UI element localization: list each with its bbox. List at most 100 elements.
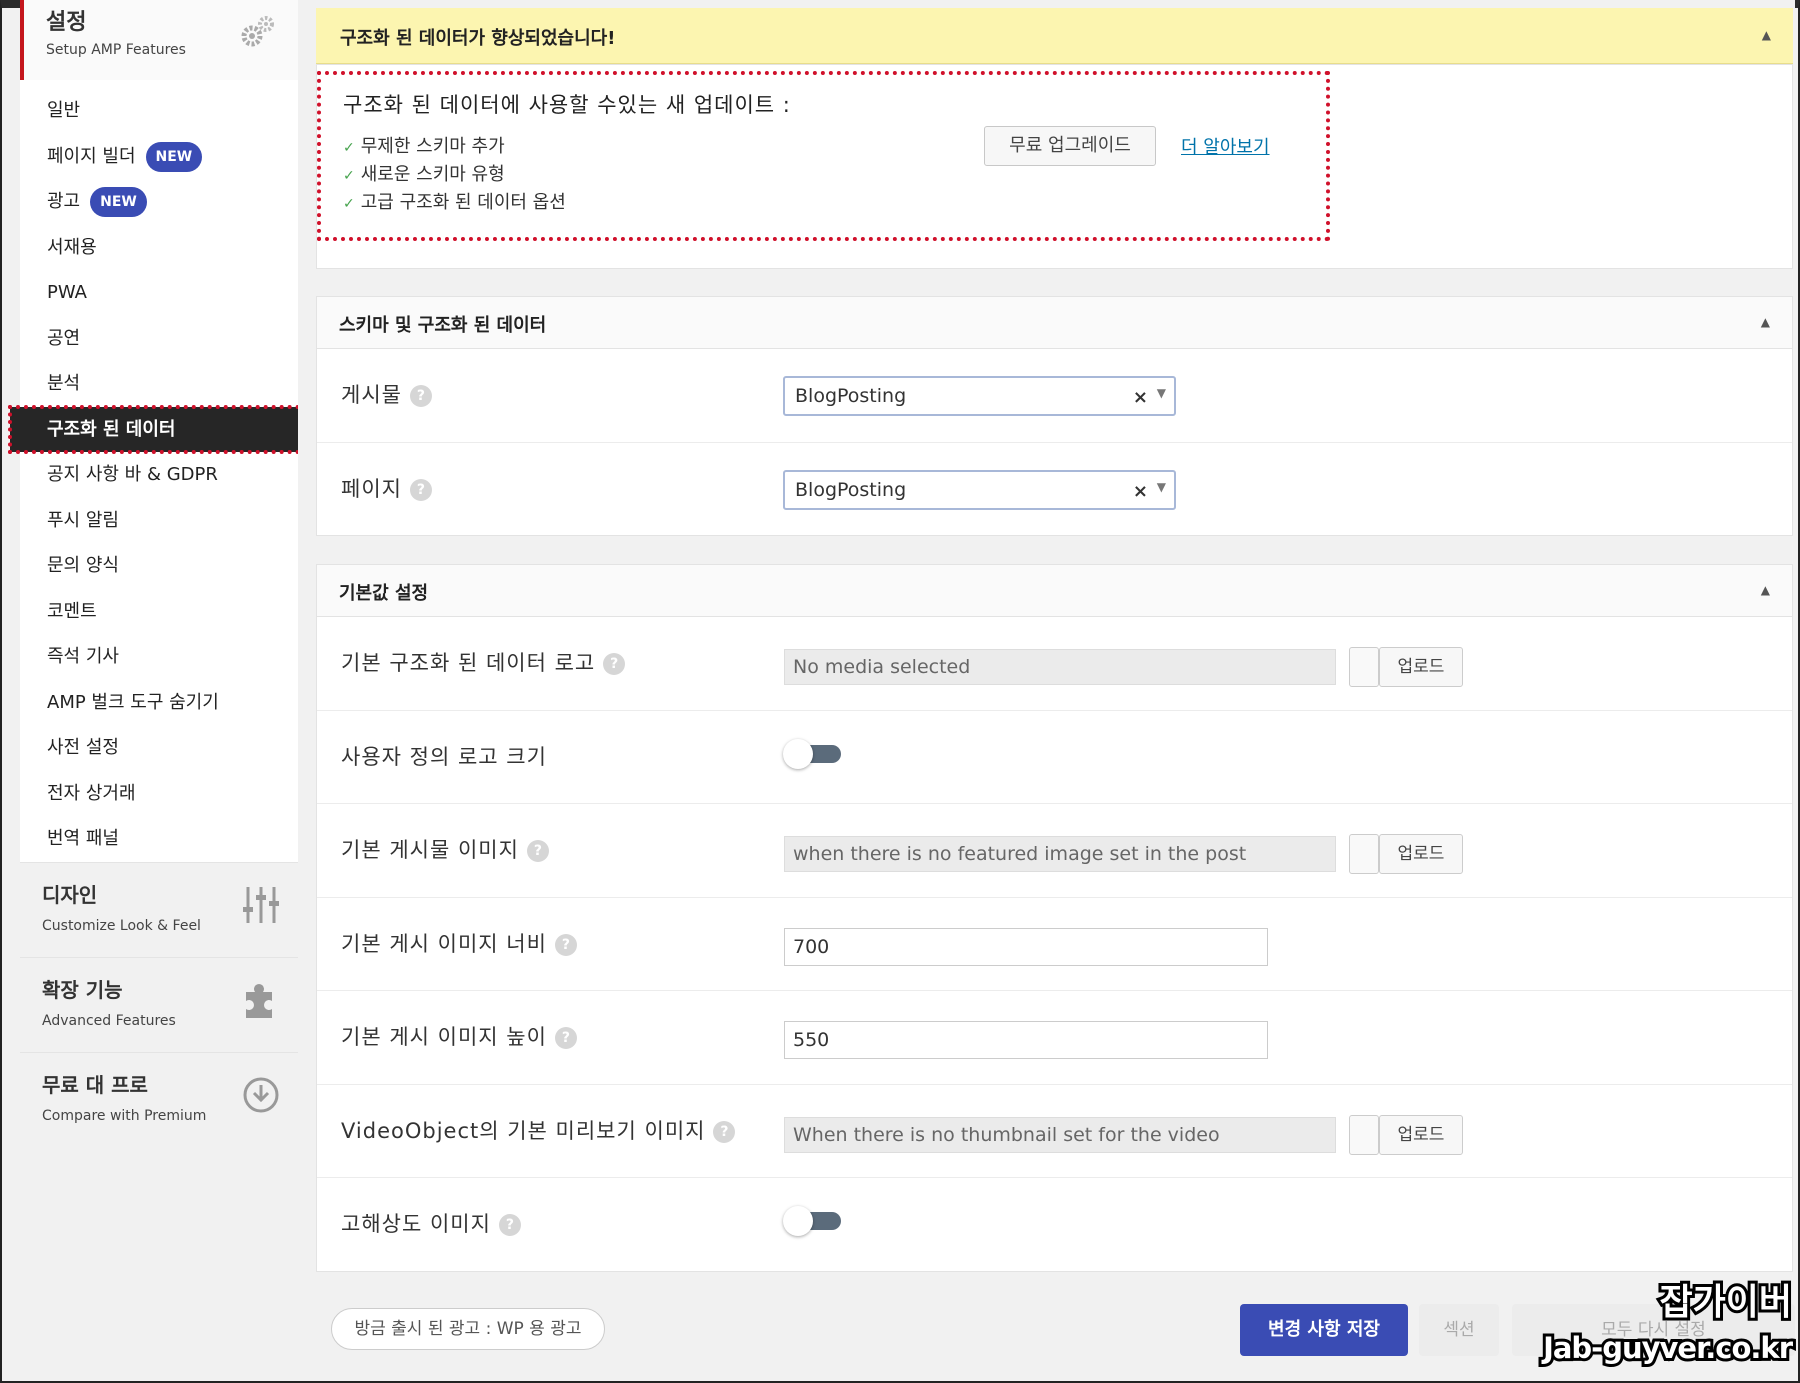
schema-row-posts: 게시물? BlogPosting × ▼ bbox=[317, 349, 1792, 443]
sidebar-item[interactable]: 코멘트 bbox=[20, 589, 298, 635]
watermark-url: Jab-guyver.co.kr bbox=[1540, 1328, 1796, 1368]
schema-row-pages: 페이지? BlogPosting × ▼ bbox=[317, 443, 1792, 537]
image-height-input[interactable]: 550 bbox=[784, 1021, 1268, 1059]
main-content: 구조화 된 데이터가 향상되었습니다! ▲ 구조화 된 데이터에 사용할 수있는… bbox=[298, 0, 1795, 1370]
puzzle-icon bbox=[242, 980, 280, 1020]
sidebar-item-label: 번역 패널 bbox=[47, 828, 119, 849]
list-item: ✓ 고급 구조화 된 데이터 옵션 bbox=[343, 192, 566, 213]
post-schema-select[interactable]: BlogPosting × ▼ bbox=[783, 376, 1176, 416]
sidebar-item[interactable]: 푸시 알림 bbox=[20, 498, 298, 544]
video-thumb-media-field[interactable]: When there is no thumbnail set for the v… bbox=[784, 1116, 1336, 1153]
help-icon[interactable]: ? bbox=[409, 385, 432, 407]
sidebar-item[interactable]: 페이지 빌더 NEW bbox=[20, 134, 298, 180]
sidebar-item[interactable]: 일반 bbox=[20, 88, 298, 134]
sidebar-item[interactable]: 전자 상거래 bbox=[20, 771, 298, 817]
sidebar-groups: 디자인 Customize Look & Feel 확장 기능 Advanced Fe… bbox=[20, 861, 298, 1147]
check-icon: ✓ bbox=[343, 168, 355, 184]
clear-icon[interactable]: × bbox=[1133, 481, 1148, 502]
download-circle-icon bbox=[242, 1075, 280, 1115]
section-title: 기본값 설정 bbox=[339, 583, 429, 604]
list-item: ✓ 무제한 스키마 추가 bbox=[343, 136, 505, 157]
upgrade-feature-list: ✓ 무제한 스키마 추가 ✓ 새로운 스키마 유형 ✓ 고급 구조화 된 데이터 옵션 bbox=[343, 133, 1326, 217]
field-label: 기본 게시물 이미지 bbox=[341, 838, 519, 862]
help-icon[interactable]: ? bbox=[603, 653, 626, 675]
upload-button[interactable]: 업로드 bbox=[1379, 1114, 1463, 1155]
upgrade-panel: 구조화 된 데이터에 사용할 수있는 새 업데이트 : ✓ 무제한 스키마 추가 … bbox=[316, 64, 1793, 269]
sidebar-item[interactable]: 사전 설정 bbox=[20, 725, 298, 771]
default-post-image-row: 기본 게시물 이미지? when there is no featured im… bbox=[317, 804, 1792, 898]
custom-logo-size-toggle[interactable] bbox=[783, 738, 845, 769]
hires-image-row: 고해상도 이미지? bbox=[317, 1178, 1792, 1272]
structured-data-notice[interactable]: 구조화 된 데이터가 향상되었습니다! ▲ bbox=[316, 8, 1793, 64]
new-badge: NEW bbox=[145, 141, 203, 172]
sidebar-item-label: 푸시 알림 bbox=[47, 509, 119, 531]
clear-icon[interactable]: × bbox=[1133, 387, 1148, 408]
sidebar-item[interactable]: 서재용 bbox=[20, 225, 298, 271]
video-thumbnail-row: VideoObject의 기본 미리보기 이미지? When there is … bbox=[317, 1085, 1792, 1178]
sidebar-item-label: 전자 상거래 bbox=[47, 782, 136, 804]
help-icon[interactable]: ? bbox=[409, 478, 432, 501]
image-width-row: 기본 게시 이미지 너비? 700 bbox=[317, 898, 1792, 991]
sidebar-item[interactable]: 공지 사항 바 & GDPR bbox=[20, 452, 298, 498]
help-icon[interactable]: ? bbox=[526, 840, 549, 862]
image-height-row: 기본 게시 이미지 높이? 550 bbox=[317, 991, 1792, 1085]
upload-button[interactable]: 업로드 bbox=[1379, 834, 1463, 874]
sidebar-item[interactable]: 문의 양식 bbox=[20, 543, 298, 589]
check-icon: ✓ bbox=[343, 196, 355, 212]
image-width-input[interactable]: 700 bbox=[784, 927, 1268, 966]
dropdown-arrow-icon[interactable]: ▼ bbox=[1157, 480, 1166, 494]
collapse-caret-icon[interactable]: ▲ bbox=[1761, 315, 1770, 329]
free-upgrade-button[interactable]: 무료 업그레이드 bbox=[984, 126, 1156, 166]
sidebar-group[interactable]: 무료 대 프로 Compare with Premium bbox=[20, 1051, 298, 1147]
select-value: BlogPosting bbox=[795, 385, 907, 407]
upgrade-highlight-box: 구조화 된 데이터에 사용할 수있는 새 업데이트 : ✓ 무제한 스키마 추가 … bbox=[317, 71, 1330, 241]
help-icon[interactable]: ? bbox=[498, 1214, 521, 1236]
sidebar-item[interactable]: 공연 bbox=[20, 316, 298, 362]
select-value: BlogPosting bbox=[795, 478, 907, 501]
section-title: 스키마 및 구조화 된 데이터 bbox=[339, 315, 547, 336]
media-preview-box bbox=[1349, 647, 1379, 687]
new-badge: NEW bbox=[90, 187, 147, 217]
save-changes-button[interactable]: 변경 사항 저장 bbox=[1240, 1304, 1408, 1356]
help-icon[interactable]: ? bbox=[554, 1027, 577, 1049]
field-label: VideoObject의 기본 미리보기 이미지 bbox=[341, 1118, 706, 1143]
sidebar-item[interactable]: AMP 벌크 도구 숨기기 bbox=[20, 680, 298, 726]
logo-media-field[interactable]: No media selected bbox=[784, 649, 1336, 685]
schema-section-header[interactable]: 스키마 및 구조화 된 데이터 ▲ bbox=[317, 297, 1792, 349]
notice-text: 구조화 된 데이터가 향상되었습니다! bbox=[340, 28, 616, 49]
dropdown-arrow-icon[interactable]: ▼ bbox=[1157, 386, 1166, 400]
sidebar-item[interactable]: 구조화 된 데이터 bbox=[8, 404, 308, 454]
sidebar-item[interactable]: 광고 NEW bbox=[20, 179, 298, 225]
sidebar-header-settings[interactable]: 설정 Setup AMP Features bbox=[20, 0, 298, 80]
hires-image-toggle[interactable] bbox=[783, 1206, 845, 1236]
reset-section-button[interactable]: 섹션 bbox=[1419, 1304, 1499, 1356]
upgrade-heading: 구조화 된 데이터에 사용할 수있는 새 업데이트 : bbox=[343, 93, 791, 117]
help-icon[interactable]: ? bbox=[554, 933, 577, 956]
settings-sidebar: 설정 Setup AMP Features 일반페이지 빌더 NEW 광고 NEW 서재… bbox=[8, 0, 308, 1370]
help-icon[interactable]: ? bbox=[713, 1120, 736, 1143]
sidebar-group[interactable]: 디자인 Customize Look & Feel bbox=[20, 861, 298, 957]
page-schema-select[interactable]: BlogPosting × ▼ bbox=[783, 469, 1176, 510]
sidebar-item[interactable]: 번역 패널 bbox=[20, 816, 298, 862]
collapse-caret-icon[interactable]: ▲ bbox=[1762, 28, 1771, 42]
sidebar-item-label: 분석 bbox=[47, 373, 81, 394]
sidebar-item-label: 광고 bbox=[47, 191, 81, 212]
check-icon: ✓ bbox=[343, 140, 355, 156]
defaults-section-header[interactable]: 기본값 설정 ▲ bbox=[317, 565, 1792, 617]
field-label: 사용자 정의 로고 크기 bbox=[341, 744, 547, 769]
media-preview-box bbox=[1349, 834, 1379, 874]
sidebar-item-label: 일반 bbox=[47, 100, 81, 121]
sidebar-item[interactable]: PWA bbox=[20, 270, 298, 316]
collapse-caret-icon[interactable]: ▲ bbox=[1761, 583, 1770, 597]
sidebar-item[interactable]: 즉석 기사 bbox=[20, 634, 298, 680]
learn-more-link[interactable]: 더 알아보기 bbox=[1181, 133, 1270, 159]
defaults-section: 기본값 설정 ▲ 기본 구조화 된 데이터 로고? No media selec… bbox=[316, 564, 1793, 1272]
gears-icon bbox=[241, 16, 274, 47]
upload-button[interactable]: 업로드 bbox=[1379, 647, 1463, 687]
sidebar-group[interactable]: 확장 기능 Advanced Features bbox=[20, 956, 298, 1052]
sidebar-menu: 일반페이지 빌더 NEW 광고 NEW 서재용 PWA 공연분석구조화 된 데이터 공지 사항… bbox=[8, 80, 308, 862]
sidebar-item-label: 코멘트 bbox=[47, 600, 97, 622]
ads-promo-link[interactable]: 방금 출시 된 광고 : WP 용 광고 bbox=[331, 1308, 605, 1350]
post-image-media-field[interactable]: when there is no featured image set in t… bbox=[784, 836, 1336, 872]
sidebar-item[interactable]: 분석 bbox=[20, 361, 298, 407]
